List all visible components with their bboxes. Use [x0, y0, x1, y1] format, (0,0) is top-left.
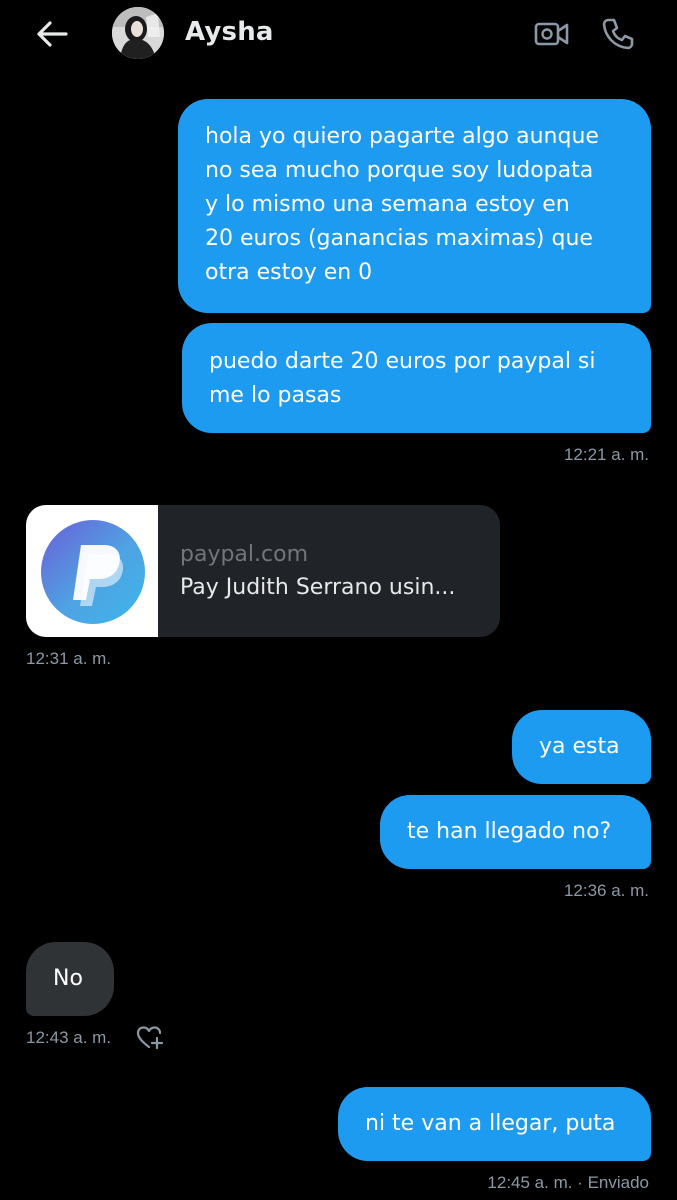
paypal-logo-icon: [41, 520, 145, 624]
video-camera-icon: [534, 22, 569, 46]
message-text: No: [53, 966, 83, 991]
message-text: ya esta: [539, 734, 620, 759]
arrow-left-icon: [37, 21, 68, 47]
message-bubble-sent[interactable]: hola yo quiero pagarte algo aunque no se…: [178, 99, 651, 313]
link-domain: paypal.com: [180, 542, 309, 567]
message-text: puedo darte 20 euros por paypal si me lo…: [209, 349, 596, 408]
contact-name[interactable]: Aysha: [185, 17, 274, 47]
video-call-button[interactable]: [530, 14, 574, 54]
back-button[interactable]: [30, 14, 74, 54]
message-timestamp: 12:36 a. m.: [563, 881, 649, 900]
voice-call-button[interactable]: [596, 13, 640, 55]
heart-plus-icon: [136, 1026, 164, 1050]
link-preview-card[interactable]: paypal.com Pay Judith Serrano usin...: [26, 505, 500, 637]
message-text: ni te van a llegar, puta: [365, 1111, 616, 1136]
message-text: te han llegado no?: [407, 819, 612, 844]
message-bubble-sent[interactable]: puedo darte 20 euros por paypal si me lo…: [182, 323, 651, 433]
avatar[interactable]: [112, 7, 164, 59]
message-timestamp: 12:43 a. m.: [26, 1028, 112, 1047]
message-text: hola yo quiero pagarte algo aunque no se…: [205, 124, 599, 285]
link-title: Pay Judith Serrano usin...: [180, 575, 456, 600]
message-bubble-sent[interactable]: ni te van a llegar, puta: [338, 1087, 651, 1161]
avatar-image: [112, 7, 164, 59]
message-timestamp: 12:31 a. m.: [26, 649, 112, 668]
message-timestamp: 12:21 a. m.: [563, 445, 649, 464]
phone-icon: [602, 18, 634, 50]
add-reaction-button[interactable]: [135, 1024, 165, 1052]
message-bubble-received[interactable]: No: [26, 942, 114, 1016]
conversation-header: Aysha: [0, 0, 677, 70]
message-bubble-sent[interactable]: ya esta: [512, 710, 651, 784]
message-bubble-sent[interactable]: te han llegado no?: [380, 795, 651, 869]
link-thumbnail: [26, 505, 158, 637]
message-status: 12:45 a. m. · Enviado: [487, 1173, 649, 1192]
